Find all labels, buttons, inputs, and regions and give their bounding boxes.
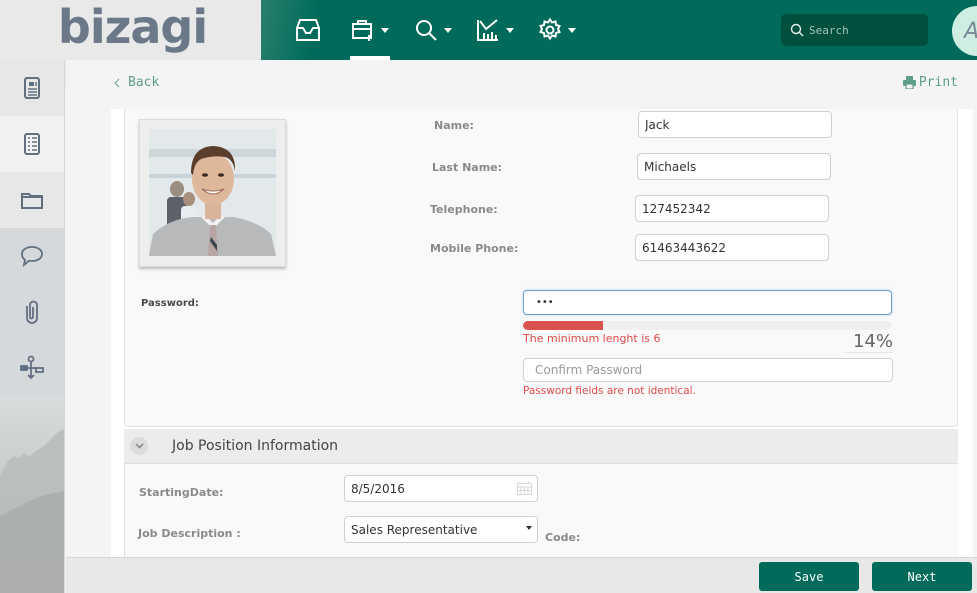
starting-date-label: StartingDate:	[139, 486, 224, 499]
sidebar-item-case-info[interactable]	[0, 60, 64, 116]
starting-date-input[interactable]	[344, 475, 538, 502]
paperclip-icon	[26, 300, 38, 324]
chevron-left-icon	[114, 78, 120, 87]
speech-bubble-icon	[21, 246, 43, 267]
search-icon	[790, 23, 804, 37]
sidebar-item-workflow[interactable]	[0, 340, 64, 396]
section-title: Job Position Information	[172, 438, 339, 454]
job-position-panel: StartingDate: Job Description : Sales Re…	[124, 464, 958, 557]
nav-analytics[interactable]	[476, 0, 514, 60]
name-label: Name:	[434, 119, 474, 132]
chevron-down-icon	[381, 27, 389, 33]
personal-info-panel: Name: Last Name: Telephone: Mobile Phone…	[124, 109, 958, 427]
printer-icon	[902, 76, 916, 89]
global-search[interactable]	[781, 14, 928, 46]
logo-area: bizagi	[0, 0, 261, 60]
last-name-label: Last Name:	[432, 161, 503, 174]
inbox-icon	[296, 19, 320, 41]
sidebar	[0, 60, 65, 593]
job-description-select[interactable]: Sales Representative	[344, 516, 538, 543]
chevron-down-icon	[526, 526, 532, 530]
nav-new-case[interactable]	[350, 0, 390, 60]
save-button[interactable]: Save	[759, 562, 859, 591]
print-link[interactable]: Print	[902, 75, 958, 90]
last-name-input[interactable]	[637, 153, 831, 180]
password-input[interactable]	[523, 290, 892, 315]
process-map-icon	[20, 355, 44, 380]
sidebar-item-comments[interactable]	[0, 228, 64, 284]
sidebar-item-attachments[interactable]	[0, 284, 64, 340]
mobile-phone-input[interactable]	[635, 234, 829, 261]
chart-icon	[477, 19, 498, 41]
collapse-toggle[interactable]	[130, 437, 148, 455]
next-button[interactable]: Next	[872, 562, 972, 591]
new-case-icon	[352, 20, 372, 41]
nav-search[interactable]	[414, 0, 452, 60]
password-label: Password:	[141, 298, 199, 309]
confirm-password-input[interactable]	[523, 358, 893, 382]
profile-photo-frame	[139, 119, 286, 267]
telephone-label: Telephone:	[430, 203, 498, 216]
sidebar-item-forms[interactable]	[0, 116, 64, 172]
search-input[interactable]	[809, 23, 919, 37]
password-strength-meter	[523, 321, 892, 330]
min-length-error: The minimum lenght is 6	[523, 332, 661, 345]
password-strength-fill	[523, 321, 604, 330]
profile-photo	[149, 129, 276, 256]
password-mismatch-error: Password fields are not identical.	[523, 385, 696, 397]
password-strength-percent: 14%	[845, 331, 893, 353]
chevron-down-icon	[506, 27, 514, 33]
back-label: Back	[128, 75, 160, 90]
starting-date-picker[interactable]	[344, 475, 538, 502]
nav-admin[interactable]	[538, 0, 576, 60]
list-document-icon	[24, 133, 40, 155]
folder-icon	[21, 193, 43, 209]
chevron-down-icon	[134, 443, 144, 449]
bizagi-logo: bizagi	[57, 0, 208, 54]
form-container: Name: Last Name: Telephone: Mobile Phone…	[111, 109, 973, 557]
code-label: Code:	[545, 531, 581, 544]
main-content: Back Print Name: Jack Last Name: Michael…	[66, 60, 977, 557]
job-description-value: Sales Representative	[344, 516, 538, 543]
print-label: Print	[918, 75, 958, 90]
footer-action-bar: Save Next	[66, 557, 977, 593]
nav-inbox[interactable]	[295, 0, 321, 60]
gear-icon	[539, 18, 561, 41]
calendar-icon[interactable]	[517, 481, 532, 495]
chevron-down-icon	[568, 27, 576, 33]
document-icon	[24, 77, 40, 99]
sidebar-item-folders[interactable]	[0, 172, 64, 228]
avatar-initial: A	[964, 19, 977, 44]
chevron-down-icon	[444, 27, 452, 33]
name-input[interactable]	[638, 111, 832, 138]
sidebar-background-image	[0, 396, 64, 593]
back-link[interactable]: Back	[114, 75, 159, 90]
mobile-phone-label: Mobile Phone:	[430, 242, 519, 255]
telephone-input[interactable]	[635, 195, 829, 222]
search-icon	[416, 20, 437, 41]
job-description-label: Job Description :	[138, 527, 241, 540]
job-position-section-header[interactable]: Job Position Information	[124, 429, 958, 464]
